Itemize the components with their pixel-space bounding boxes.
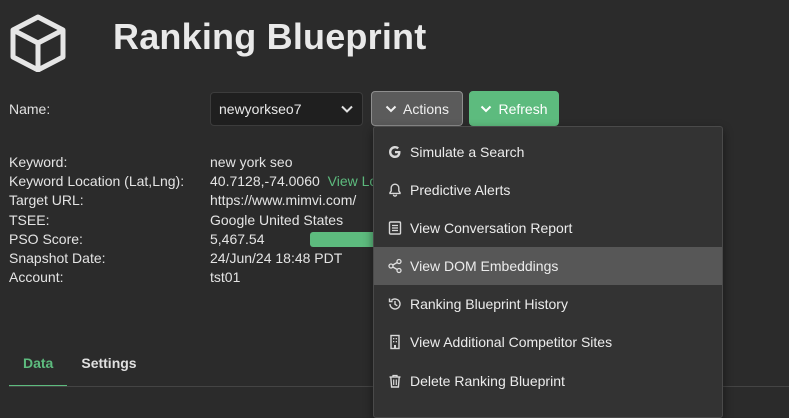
name-select-value: newyorkseo7 [219, 101, 302, 117]
refresh-button-label: Refresh [498, 100, 548, 117]
building-icon [387, 334, 403, 350]
tab-settings[interactable]: Settings [67, 355, 150, 387]
location-value: 40.7128,-74.0060 [210, 173, 320, 190]
chevron-down-icon [341, 105, 353, 113]
view-location-link[interactable]: View Lo [328, 173, 378, 189]
account-value: tst01 [210, 269, 241, 286]
menu-item-conversation-report[interactable]: View Conversation Report [374, 209, 722, 247]
tab-bar: Data Settings [9, 355, 151, 387]
actions-button-label: Actions [403, 100, 449, 117]
pso-label: PSO Score: [9, 230, 83, 247]
history-icon [387, 296, 403, 312]
pso-progress-fill [310, 231, 374, 247]
location-label: Keyword Location (Lat,Lng): [9, 173, 185, 190]
pso-value: 5,467.54 [210, 230, 265, 247]
tsee-value: Google United States [210, 211, 344, 228]
name-label: Name: [9, 101, 51, 117]
menu-item-label: Simulate a Search [410, 144, 525, 160]
actions-dropdown-menu: Simulate a Search Predictive Alerts View… [373, 126, 723, 418]
snapshot-value: 24/Jun/24 18:48 PDT [210, 249, 343, 266]
menu-item-label: Delete Ranking Blueprint [410, 373, 565, 389]
page-title: Ranking Blueprint [113, 16, 427, 57]
snapshot-label: Snapshot Date: [9, 249, 106, 266]
menu-item-label: Predictive Alerts [410, 182, 511, 198]
name-select[interactable]: newyorkseo7 [210, 92, 363, 126]
pso-value-group: 5,467.54 [210, 230, 390, 249]
report-icon [387, 220, 403, 236]
actions-button[interactable]: Actions [371, 91, 463, 126]
chevron-down-icon [385, 105, 397, 112]
target-url-label: Target URL: [9, 192, 84, 209]
share-nodes-icon [387, 258, 403, 274]
menu-item-competitor-sites[interactable]: View Additional Competitor Sites [374, 323, 722, 361]
location-value-group: 40.7128,-74.0060 View Lo [210, 172, 377, 191]
keyword-label: Keyword: [9, 154, 68, 170]
menu-item-predictive-alerts[interactable]: Predictive Alerts [374, 171, 722, 209]
menu-item-simulate-search[interactable]: Simulate a Search [374, 133, 722, 171]
bell-icon [387, 182, 403, 198]
chevron-down-icon [481, 105, 492, 112]
menu-item-label: View Conversation Report [410, 220, 573, 236]
menu-item-blueprint-history[interactable]: Ranking Blueprint History [374, 285, 722, 323]
google-icon [387, 144, 403, 160]
menu-item-delete-blueprint[interactable]: Delete Ranking Blueprint [374, 362, 722, 400]
menu-item-label: View DOM Embeddings [410, 258, 559, 274]
account-label: Account: [9, 269, 64, 286]
keyword-link[interactable]: new york seo [210, 153, 292, 172]
target-url-link[interactable]: https://www.mimvi.com/ [210, 191, 356, 210]
trash-icon [387, 373, 403, 389]
tab-data[interactable]: Data [9, 355, 68, 387]
cube-logo-icon [10, 14, 66, 72]
menu-item-label: View Additional Competitor Sites [410, 334, 613, 350]
refresh-button[interactable]: Refresh [469, 91, 559, 126]
menu-item-dom-embeddings[interactable]: View DOM Embeddings [374, 247, 722, 285]
menu-item-label: Ranking Blueprint History [410, 296, 568, 312]
tsee-label: TSEE: [9, 211, 50, 228]
